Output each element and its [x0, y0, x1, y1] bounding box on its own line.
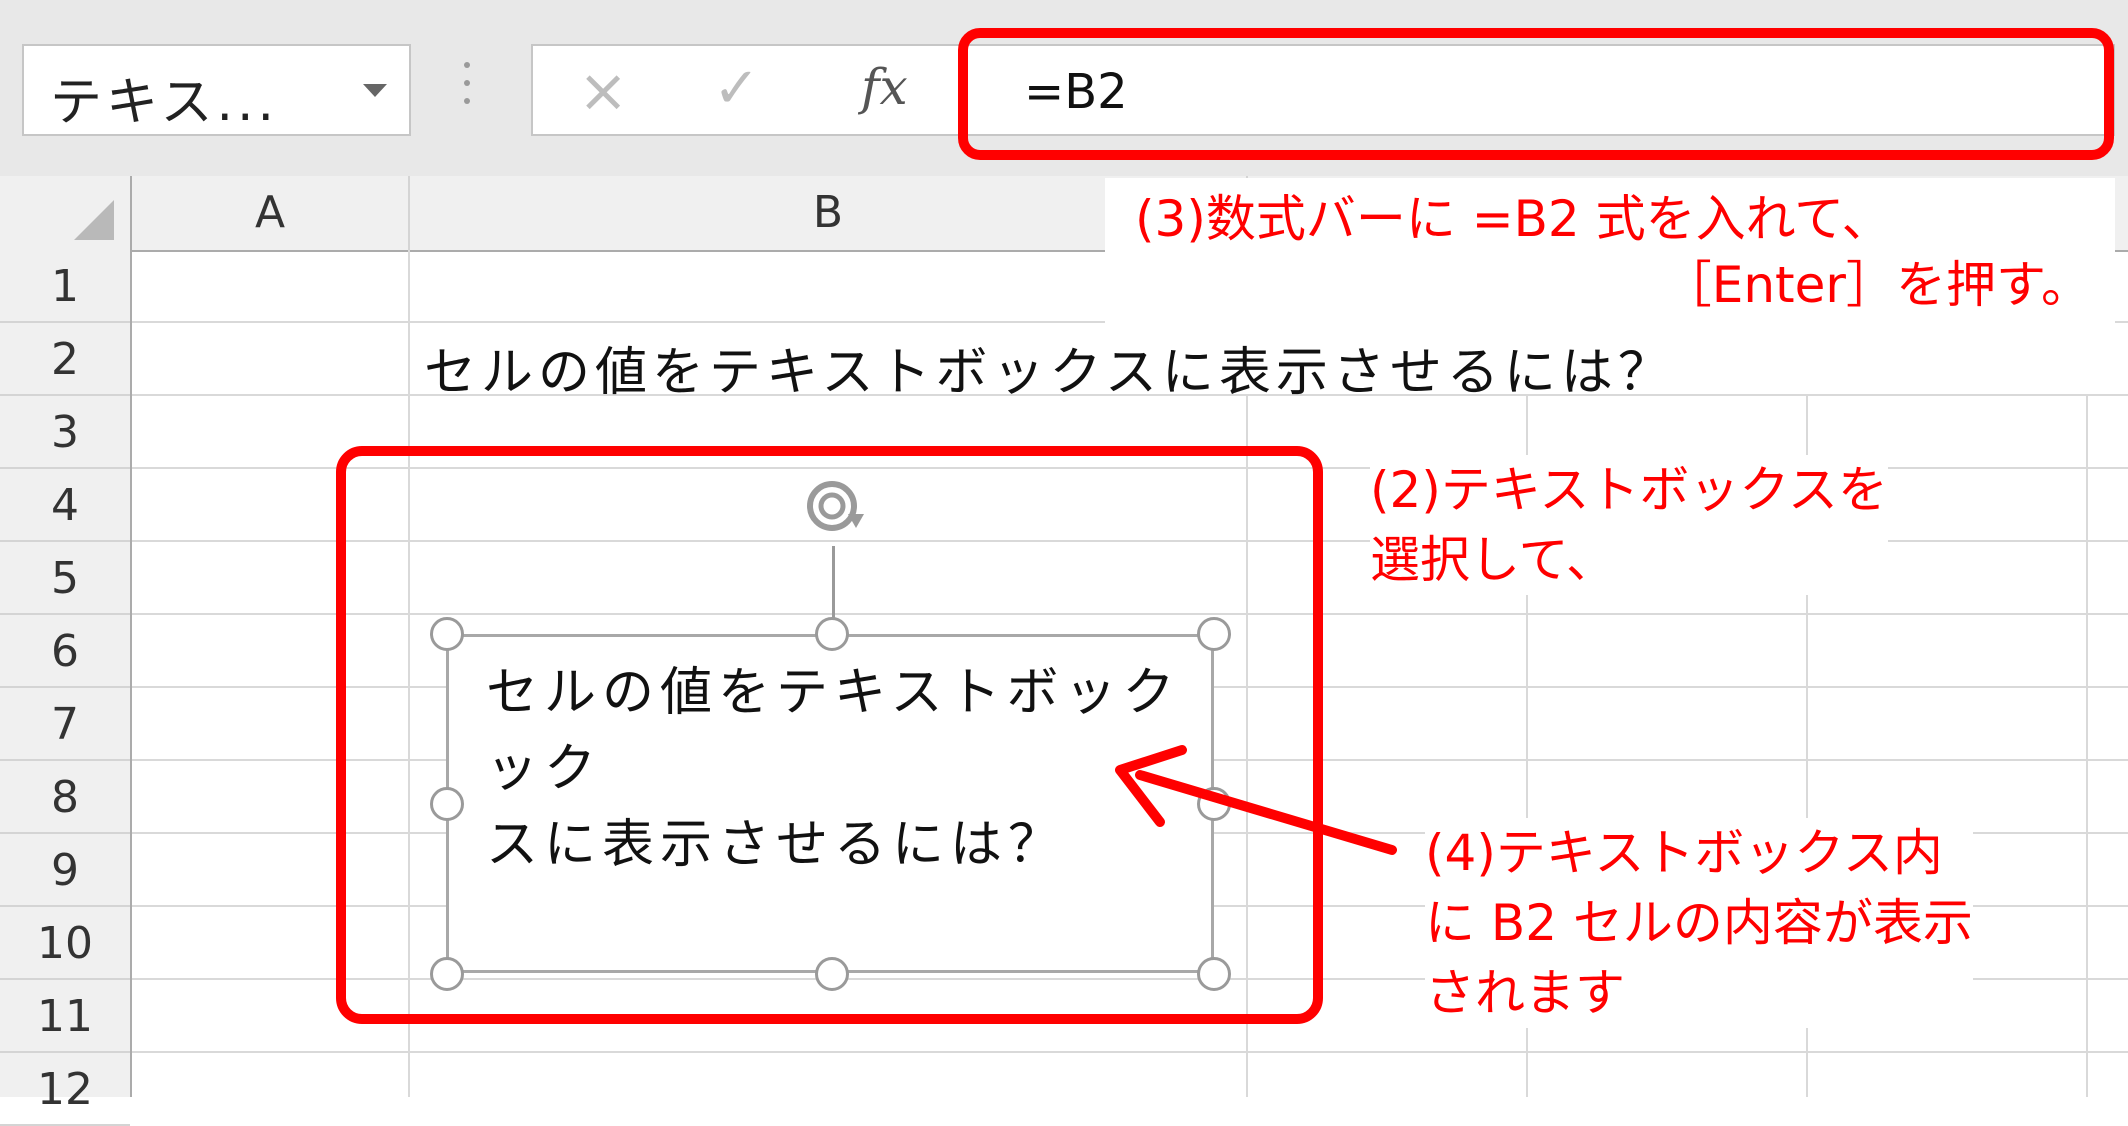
row-header[interactable]: 6	[0, 615, 130, 688]
cell-b2[interactable]: セルの値をテキストボックスに表示させるには？	[424, 330, 1675, 405]
insert-function-icon[interactable]: fx	[861, 58, 908, 116]
row-header[interactable]: 3	[0, 396, 130, 469]
select-all-icon	[74, 200, 114, 240]
select-all-button[interactable]	[0, 176, 132, 250]
row-header[interactable]: 12	[0, 1053, 130, 1126]
step-3-line-2: ［Enter］を押す。	[1661, 256, 2091, 314]
row-header[interactable]: 9	[0, 834, 130, 907]
step-4-line-2: に B2 セルの内容が表示	[1425, 894, 1973, 952]
row-headers: 1 2 3 4 5 6 7 8 9 10 11 12	[0, 250, 132, 1126]
name-box-value: テキス...	[50, 73, 279, 133]
formula-bar-highlight	[958, 28, 2114, 160]
checkmark-icon[interactable]: ✓	[713, 56, 760, 121]
row-header[interactable]: 2	[0, 323, 130, 396]
cancel-icon[interactable]: ×	[578, 56, 628, 126]
dropdown-arrow-icon[interactable]	[363, 84, 387, 97]
row-header[interactable]: 8	[0, 761, 130, 834]
step-2-callout: (2)テキストボックスを 選択して、	[1370, 455, 1888, 595]
step-3-callout: (3)数式バーに =B2 式を入れて、 ［Enter］を押す。	[1105, 178, 2115, 324]
row-header[interactable]: 10	[0, 907, 130, 980]
row-header[interactable]: 1	[0, 250, 130, 323]
step-4-line-3: されます	[1425, 964, 1625, 1022]
row-header[interactable]: 4	[0, 469, 130, 542]
step-4-line-1: (4)テキストボックス内	[1425, 824, 1943, 882]
row-header[interactable]: 11	[0, 980, 130, 1053]
step-4-callout: (4)テキストボックス内 に B2 セルの内容が表示 されます	[1425, 818, 1973, 1028]
row-header[interactable]: 7	[0, 688, 130, 761]
row-header[interactable]: 5	[0, 542, 130, 615]
formula-buttons: × ✓ fx	[531, 44, 961, 136]
name-box[interactable]: テキス...	[22, 44, 411, 136]
step-2-line-2: 選択して、	[1370, 531, 1616, 589]
step-2-line-1: (2)テキストボックスを	[1370, 461, 1888, 519]
text-box-highlight	[336, 446, 1323, 1024]
step-3-line-1: (3)数式バーに =B2 式を入れて、	[1135, 190, 1892, 248]
drag-handle-icon[interactable]	[463, 62, 471, 112]
column-header-a[interactable]: A	[132, 176, 410, 250]
